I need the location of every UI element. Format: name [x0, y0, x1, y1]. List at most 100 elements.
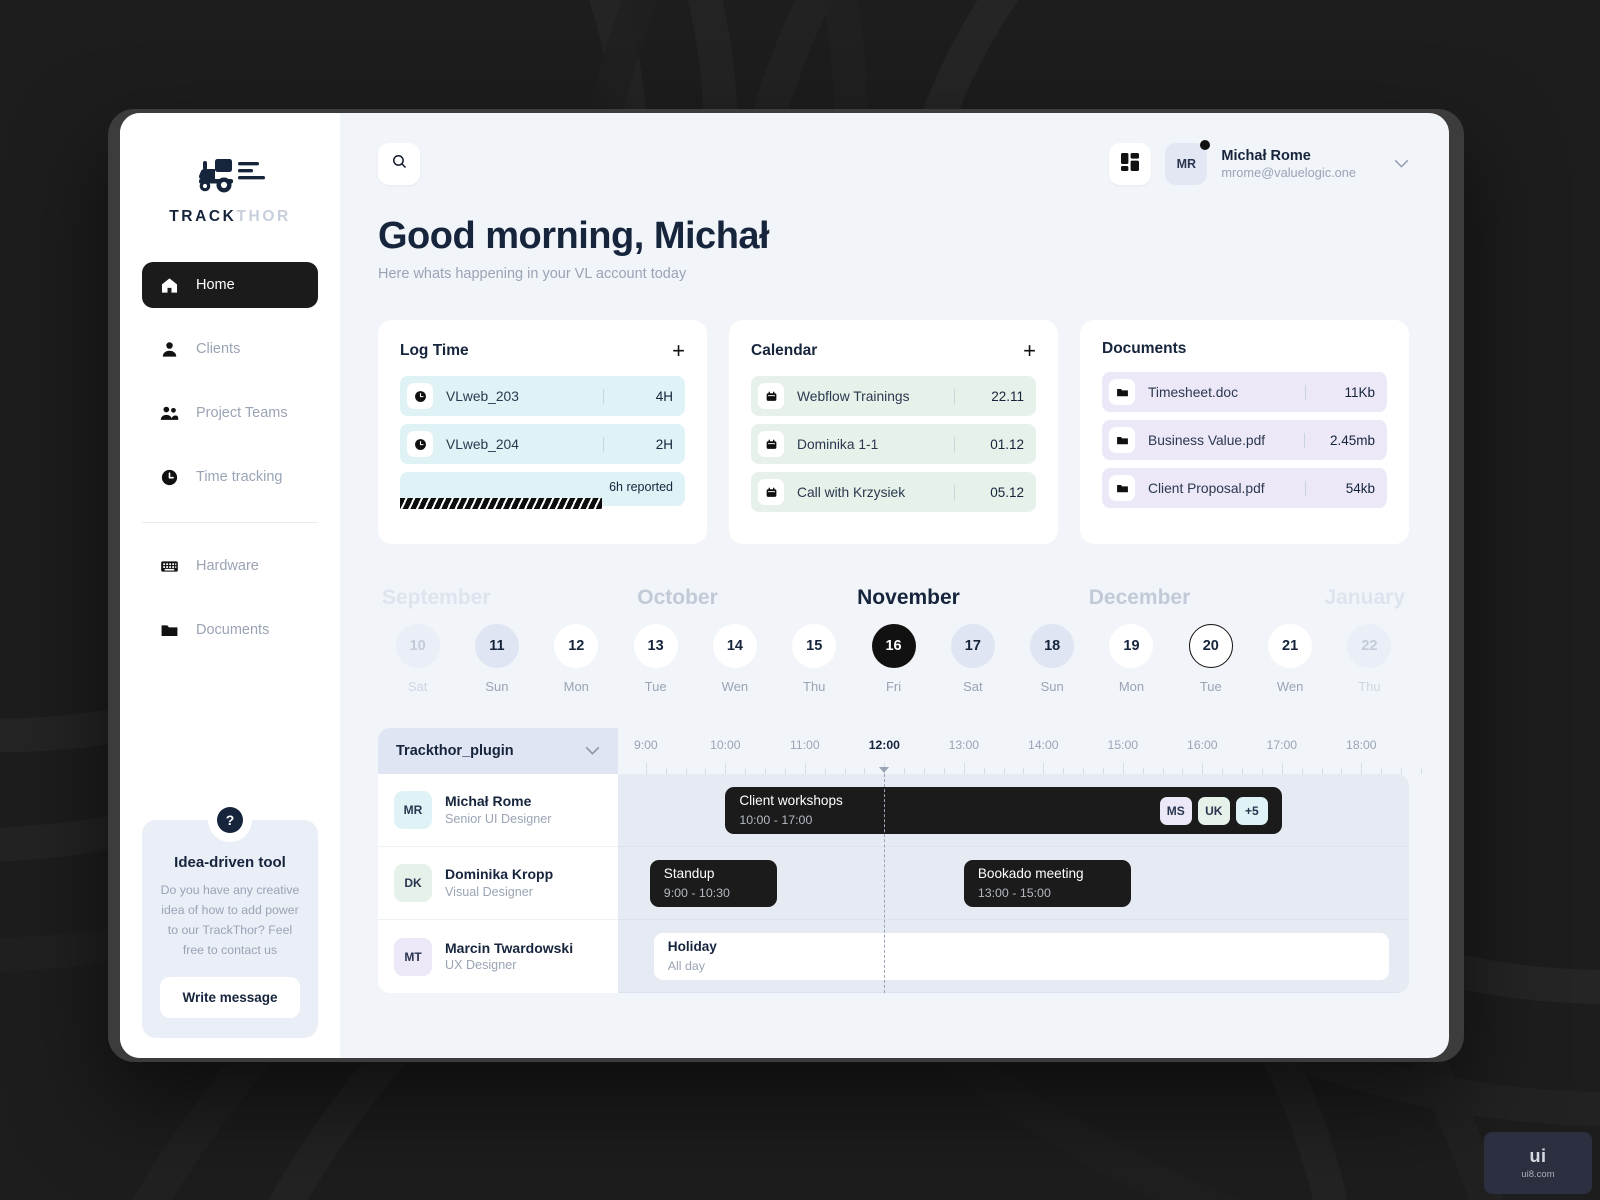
sidebar-item-time-tracking[interactable]: Time tracking	[142, 454, 318, 500]
profile-dropdown-button[interactable]	[1394, 155, 1409, 173]
profile-meta: Michał Rome mrome@valuelogic.one	[1221, 147, 1356, 182]
person-row[interactable]: MT Marcin Twardowski UX Designer	[378, 920, 618, 993]
person-meta: Dominika Kropp Visual Designer	[445, 865, 553, 900]
participant-badge[interactable]: MS	[1159, 796, 1192, 825]
person-name: Dominika Kropp	[445, 866, 554, 883]
folder-icon	[160, 621, 179, 640]
date-chip-14[interactable]: 14 Wen	[695, 624, 774, 694]
month-label-september[interactable]: September	[382, 586, 562, 610]
search-button[interactable]	[378, 143, 420, 185]
list-item[interactable]: Timesheet.doc 11Kb	[1102, 372, 1387, 412]
progress-bar	[400, 498, 603, 509]
timeline-event[interactable]: Client workshops 10:00 - 17:00 MS UK +5	[725, 787, 1282, 834]
date-number: 14	[712, 624, 757, 668]
sidebar-item-label: Project Teams	[196, 405, 288, 421]
date-weekday: Sun	[1040, 679, 1064, 694]
dashboard-grid-button[interactable]	[1109, 143, 1152, 185]
timeline-people-panel: Trackthor_plugin MR Michał Rome Senior UI …	[378, 728, 618, 993]
list-item[interactable]: Call with Krzysiek 05.12	[751, 472, 1036, 512]
date-weekday: Mon	[1118, 679, 1145, 694]
list-item[interactable]: VLweb_204 2H	[400, 424, 685, 464]
ruler-tick-minor	[1420, 768, 1422, 774]
log-time-footer: 6h reported	[400, 472, 685, 509]
month-label-october[interactable]: October	[562, 586, 793, 610]
dashboard-grid-icon	[1121, 152, 1140, 176]
list-item[interactable]: Webflow Trainings 22.11	[751, 376, 1036, 416]
schedule-timeline: Trackthor_plugin MR Michał Rome Senior UI …	[378, 728, 1422, 993]
timeline-event[interactable]: Bookado meeting 13:00 - 15:00	[963, 860, 1131, 907]
date-chip-12[interactable]: 12 Mon	[537, 624, 616, 694]
sidebar-item-label: Time tracking	[196, 469, 283, 485]
list-item[interactable]: Client Proposal.pdf 54kb	[1102, 468, 1387, 508]
list-item-value: 4H	[655, 388, 673, 404]
sidebar-item-documents[interactable]: Documents	[142, 607, 318, 653]
project-select[interactable]: Trackthor_plugin	[378, 728, 618, 774]
page-subtitle: Here whats happening in your VL account …	[378, 266, 687, 282]
sidebar-item-project-teams[interactable]: Project Teams	[142, 390, 318, 436]
folder-icon	[1109, 475, 1135, 501]
divider	[603, 436, 604, 452]
avatar[interactable]: MR	[1165, 140, 1211, 185]
person-row[interactable]: MR Michał Rome Senior UI Designer	[378, 774, 618, 847]
timeline-ruler: 9:00 10:00 11:00 12:00 13:00 14:00 15:00 16:00 1…	[618, 728, 1422, 774]
date-chip-10[interactable]: 10 Sat	[378, 624, 457, 694]
date-chip-11[interactable]: 11 Sun	[457, 624, 536, 694]
date-chip-22[interactable]: 22 Thu	[1330, 624, 1409, 694]
sidebar-item-home[interactable]: Home	[142, 262, 318, 308]
date-chip-18[interactable]: 18 Sun	[1013, 624, 1092, 694]
date-number: 18	[1030, 624, 1075, 668]
month-label-november[interactable]: November	[793, 586, 1024, 610]
timeline-lane: Standup 9:00 - 10:30 Bookado meeting 13:00 …	[618, 847, 1409, 920]
sidebar-item-hardware[interactable]: Hardware	[142, 543, 318, 589]
sidebar-item-clients[interactable]: Clients	[142, 326, 318, 372]
event-time: 13:00 - 15:00	[977, 885, 1051, 900]
participant-badge[interactable]: UK	[1197, 796, 1230, 825]
timeline-event[interactable]: Holiday All day	[653, 933, 1390, 980]
add-log-time-button[interactable]: +	[672, 340, 685, 362]
add-calendar-event-button[interactable]: +	[1023, 340, 1036, 362]
date-chip-19[interactable]: 19 Mon	[1092, 624, 1171, 694]
date-chip-21[interactable]: 21 Wen	[1250, 624, 1329, 694]
list-item[interactable]: VLweb_203 4H	[400, 376, 685, 416]
card-header: Documents	[1102, 340, 1387, 358]
keyboard-icon	[160, 557, 179, 576]
date-number: 15	[792, 624, 837, 668]
list-item-label: Dominika 1-1	[797, 436, 879, 452]
date-chip-13[interactable]: 13 Tue	[616, 624, 695, 694]
divider	[1305, 480, 1306, 496]
timeline-event[interactable]: Standup 9:00 - 10:30	[649, 860, 777, 907]
calendar-icon	[758, 383, 784, 409]
event-text: Client workshops 10:00 - 17:00	[739, 793, 843, 828]
participant-badge[interactable]: +5	[1235, 796, 1268, 825]
list-item-value: 01.12	[990, 436, 1024, 452]
date-number: 10	[395, 624, 440, 668]
person-name: Marcin Twardowski	[445, 939, 574, 956]
list-item-label: VLweb_203	[446, 388, 519, 404]
list-item[interactable]: Business Value.pdf 2.45mb	[1102, 420, 1387, 460]
documents-card: Documents Timesheet.doc 11Kb Business Va…	[1080, 320, 1409, 544]
card-header: Calendar +	[751, 340, 1036, 362]
current-time-caret	[879, 767, 890, 773]
list-item[interactable]: Dominika 1-1 01.12	[751, 424, 1036, 464]
month-label-january[interactable]: January	[1255, 586, 1405, 610]
person-row[interactable]: DK Dominika Kropp Visual Designer	[378, 847, 618, 920]
folder-icon	[1109, 379, 1135, 405]
date-chip-17[interactable]: 17 Sat	[933, 624, 1012, 694]
topbar: MR Michał Rome mrome@valuelogic.one	[378, 140, 1409, 185]
write-message-button[interactable]: Write message	[160, 977, 300, 1018]
event-title: Holiday	[667, 938, 717, 954]
date-chip-16[interactable]: 16 Fri	[854, 624, 933, 694]
date-chip-15[interactable]: 15 Thu	[775, 624, 854, 694]
list-item-label: Client Proposal.pdf	[1148, 480, 1265, 496]
event-time: 9:00 - 10:30	[663, 885, 730, 900]
calendar-icon	[758, 431, 784, 457]
month-label-december[interactable]: December	[1024, 586, 1255, 610]
timeline-grid: 9:00 10:00 11:00 12:00 13:00 14:00 15:00 16:00 1…	[618, 728, 1422, 993]
ruler-tick-major	[1043, 763, 1045, 774]
avatar: MT	[394, 937, 432, 976]
date-chip-20[interactable]: 20 Tue	[1171, 624, 1250, 694]
log-time-card: Log Time + VLweb_203 4H VLweb_204 2H 6h …	[378, 320, 707, 544]
app-window: TRACKTHOR Home Clients Project Teams Tim…	[120, 113, 1449, 1058]
date-weekday: Sat	[407, 679, 428, 694]
ruler-label: 18:00	[1346, 738, 1377, 752]
